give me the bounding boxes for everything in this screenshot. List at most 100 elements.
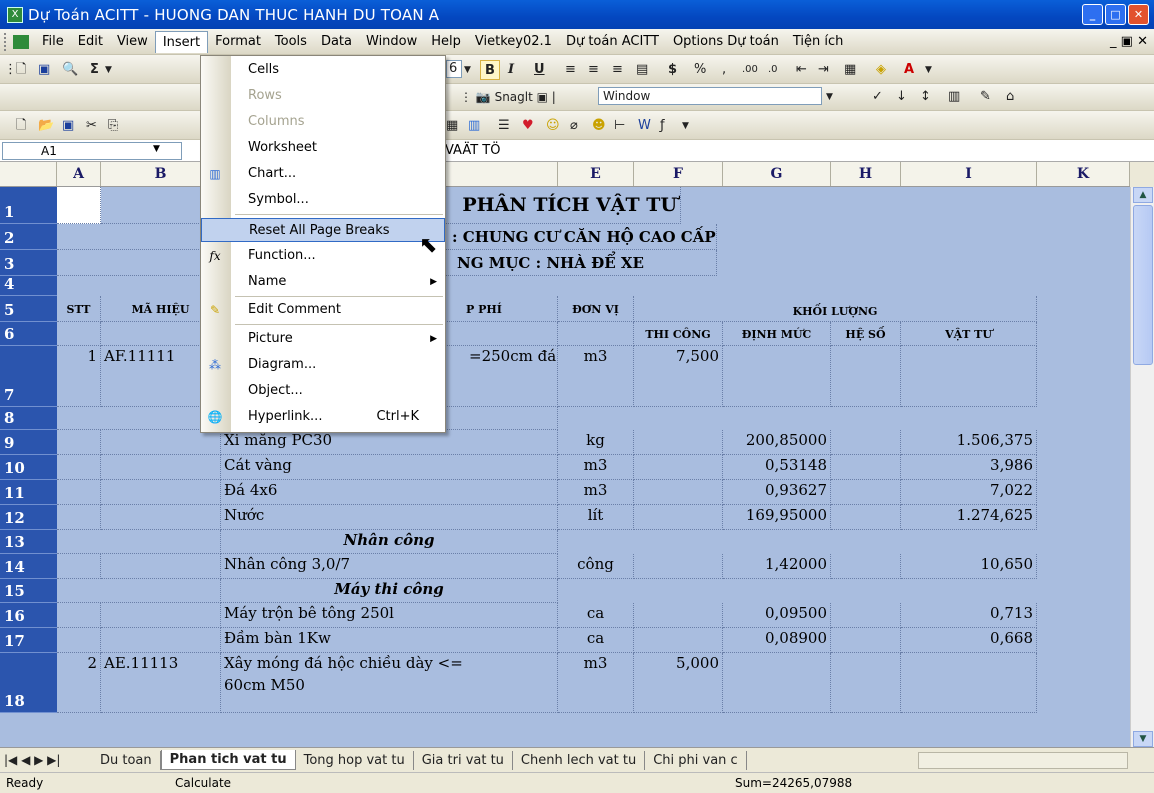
formula-content[interactable]: VAÄT TÖ <box>445 143 500 158</box>
cell[interactable] <box>634 554 723 579</box>
emoji-icon[interactable]: ☻ <box>592 116 606 136</box>
merge-center-icon[interactable]: ▤ <box>636 60 648 80</box>
cell[interactable] <box>57 530 221 554</box>
word-icon[interactable]: W <box>638 116 651 136</box>
select-all-corner[interactable] <box>0 162 57 186</box>
row-header[interactable]: 14 <box>0 554 57 579</box>
header-stt[interactable]: STT <box>57 296 101 322</box>
cell-unit[interactable]: m3 <box>558 653 634 713</box>
tab-du-toan[interactable]: Du toan <box>92 750 161 770</box>
cell-dinh-muc[interactable]: 1,42000 <box>723 554 831 579</box>
menu-insert[interactable]: Insert <box>154 30 209 53</box>
menu-item-picture[interactable]: Picture ▶ <box>201 327 445 351</box>
menu-tien-ich[interactable]: Tiện ích <box>786 31 851 52</box>
cell[interactable] <box>57 505 101 530</box>
font-color-dropdown-icon[interactable]: ▼ <box>925 60 932 80</box>
scroll-up-icon[interactable]: ▲ <box>1133 187 1153 203</box>
tab-tong-hop-vat-tu[interactable]: Tong hop vat tu <box>296 750 414 770</box>
cell[interactable] <box>831 480 901 505</box>
cell[interactable] <box>634 505 723 530</box>
smiley-icon[interactable]: ☺ <box>546 116 560 136</box>
cell-thi-cong[interactable]: 5,000 <box>634 653 723 713</box>
currency-button[interactable]: $ <box>668 60 677 80</box>
menu-item-cells[interactable]: Cells <box>201 58 445 82</box>
cell-name[interactable]: Đá 4x6 <box>221 480 558 505</box>
cell-dinh-muc[interactable]: 169,95000 <box>723 505 831 530</box>
row-header[interactable]: 18 <box>0 653 57 713</box>
align-right-icon[interactable]: ≡ <box>612 60 623 80</box>
cell[interactable] <box>57 430 101 455</box>
cell-code[interactable]: AE.11113 <box>101 653 221 713</box>
row-header[interactable]: 15 <box>0 579 57 603</box>
toolbar-options-icon[interactable]: ▼ <box>682 116 689 136</box>
row-header[interactable]: 1 <box>0 187 57 224</box>
header-don-vi[interactable]: ĐƠN VỊ <box>558 296 634 322</box>
percent-button[interactable]: % <box>694 60 706 80</box>
tab-gia-tri-vat-tu[interactable]: Gia tri vat tu <box>414 750 513 770</box>
sort-ascending-icon[interactable]: ↓ <box>896 87 907 107</box>
row-header[interactable]: 11 <box>0 480 57 505</box>
cell[interactable] <box>634 603 723 628</box>
section-label[interactable]: Nhân công <box>221 530 558 554</box>
cell-unit[interactable]: m3 <box>558 480 634 505</box>
tool-icon[interactable]: ✂ <box>86 116 97 136</box>
menu-item-object[interactable]: Object... <box>201 379 445 403</box>
cell[interactable] <box>831 505 901 530</box>
list-icon[interactable]: ☰ <box>498 116 510 136</box>
cell-vat-tu[interactable]: 1.274,625 <box>901 505 1037 530</box>
underline-button[interactable]: U <box>534 60 545 80</box>
bold-button[interactable]: B <box>480 60 500 80</box>
menu-item-reset-page-breaks[interactable]: Reset All Page Breaks <box>201 218 445 242</box>
cell-unit[interactable]: lít <box>558 505 634 530</box>
cell[interactable] <box>101 554 221 579</box>
picture-icon[interactable]: ▦ <box>446 116 458 136</box>
menu-item-function[interactable]: fx Function... <box>201 244 445 268</box>
cell[interactable] <box>831 653 901 713</box>
font-size-dropdown-icon[interactable]: ▼ <box>464 60 471 80</box>
menu-window[interactable]: Window <box>359 31 424 52</box>
cell[interactable] <box>831 455 901 480</box>
cell[interactable] <box>901 653 1037 713</box>
cell-vat-tu[interactable]: 1.506,375 <box>901 430 1037 455</box>
row-header[interactable]: 3 <box>0 250 57 276</box>
formula-icon[interactable]: ƒ <box>660 116 665 136</box>
row-header[interactable]: 9 <box>0 430 57 455</box>
bar-chart-icon[interactable]: ▥ <box>468 116 480 136</box>
cell[interactable] <box>101 628 221 653</box>
comma-style-icon[interactable]: , <box>722 60 726 80</box>
spelling-icon[interactable]: ✓ <box>872 87 883 107</box>
cell[interactable] <box>57 579 221 603</box>
snagit-button[interactable]: ⋮ 📷 Snaglt ▣ | <box>460 87 556 107</box>
cell-unit[interactable]: kg <box>558 430 634 455</box>
cell-stt[interactable]: 1 <box>57 346 101 407</box>
doc-window-controls[interactable]: _ ▣ ✕ <box>1110 34 1148 49</box>
cell-name[interactable]: Cát vàng <box>221 455 558 480</box>
cell-unit[interactable]: m3 <box>558 455 634 480</box>
menu-data[interactable]: Data <box>314 31 359 52</box>
cell[interactable] <box>101 505 221 530</box>
cell-unit[interactable]: m3 <box>558 346 634 407</box>
menu-item-rows[interactable]: Rows <box>201 84 445 108</box>
cell[interactable] <box>57 322 101 346</box>
row-header[interactable]: 8 <box>0 407 57 430</box>
snagit-window-select[interactable]: Window <box>598 87 822 105</box>
cell-dinh-muc[interactable]: 0,93627 <box>723 480 831 505</box>
cell[interactable] <box>634 628 723 653</box>
minimize-button[interactable]: _ <box>1082 4 1103 25</box>
header-dinh-muc[interactable]: ĐỊNH MỨC <box>723 322 831 346</box>
cell-unit[interactable]: ca <box>558 603 634 628</box>
row-header[interactable]: 10 <box>0 455 57 480</box>
row-header[interactable]: 12 <box>0 505 57 530</box>
col-header-f[interactable]: F <box>634 162 723 186</box>
col-header-a[interactable]: A <box>57 162 101 186</box>
cell-vat-tu[interactable]: 3,986 <box>901 455 1037 480</box>
section-label[interactable]: Máy thi công <box>221 579 558 603</box>
cell-name[interactable]: Nước <box>221 505 558 530</box>
new-icon[interactable]: 🗋 <box>16 60 26 80</box>
font-color-icon[interactable]: A <box>904 60 914 80</box>
cell[interactable] <box>634 430 723 455</box>
cell[interactable] <box>634 480 723 505</box>
menu-tools[interactable]: Tools <box>268 31 314 52</box>
copy-icon[interactable]: ⎘ <box>108 116 118 136</box>
col-header-h[interactable]: H <box>831 162 901 186</box>
